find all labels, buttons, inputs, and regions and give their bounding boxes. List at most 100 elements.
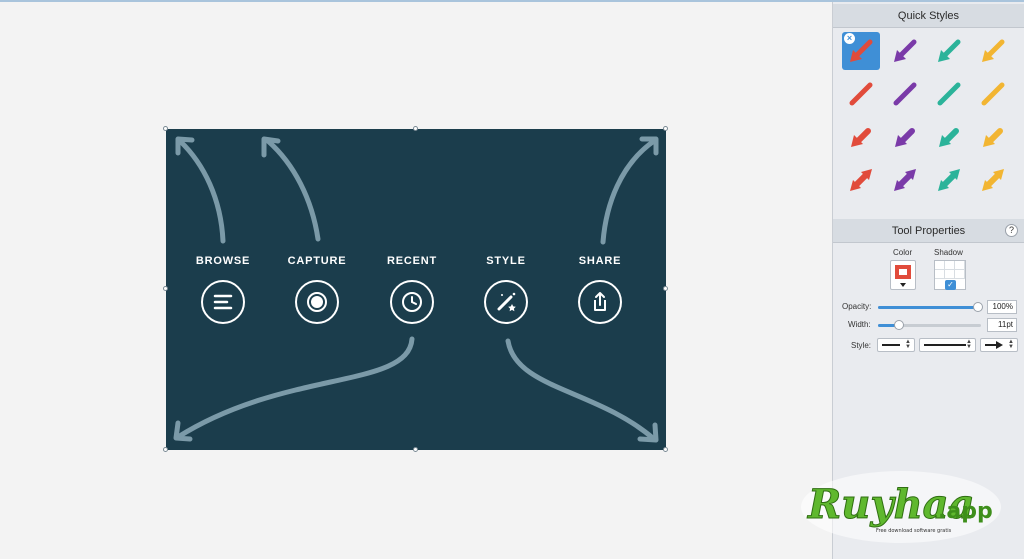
- width-slider[interactable]: [878, 320, 981, 330]
- shadow-picker[interactable]: ✓: [934, 260, 966, 290]
- short-arrow-icon: [983, 128, 1003, 147]
- width-value-field[interactable]: 11pt: [987, 318, 1017, 332]
- resize-handle-left[interactable]: [163, 286, 168, 291]
- image-canvas[interactable]: BROWSE CAPTURE RECENT STYLE SHARE: [163, 126, 668, 452]
- capture-circle: [295, 280, 339, 324]
- line-icon: [981, 82, 1005, 106]
- color-picker[interactable]: [890, 260, 916, 290]
- quick-style-cell[interactable]: [974, 118, 1012, 156]
- stepper-icon: ▲ ▼: [1008, 339, 1014, 350]
- line-icon: [893, 82, 917, 106]
- opacity-value-field[interactable]: 100%: [987, 300, 1017, 314]
- recent-circle: [390, 280, 434, 324]
- shadow-cell: [945, 261, 955, 270]
- color-swatch-square: [895, 265, 911, 279]
- arrow-browse: [177, 138, 226, 244]
- quick-style-cell[interactable]: [842, 75, 880, 113]
- line-end-dropdown[interactable]: ▲ ▼: [980, 338, 1018, 352]
- browse-label: BROWSE: [195, 255, 251, 267]
- quick-styles-grid: ×: [842, 32, 1018, 202]
- resize-handle-bottom[interactable]: [413, 447, 418, 452]
- opacity-slider-knob[interactable]: [973, 302, 983, 312]
- double-arrow-icon: [894, 169, 916, 191]
- quick-styles-header: Quick Styles: [833, 4, 1024, 28]
- resize-handle-top-right[interactable]: [663, 126, 668, 131]
- quick-style-cell[interactable]: [974, 75, 1012, 113]
- help-button[interactable]: ?: [1005, 224, 1018, 237]
- style-circle: [484, 280, 528, 324]
- double-arrow-icon: [850, 169, 872, 191]
- recent-label: RECENT: [386, 255, 438, 267]
- arrow-capture: [265, 138, 321, 242]
- menu-lines-icon: [213, 294, 233, 310]
- canvas-area[interactable]: BROWSE CAPTURE RECENT STYLE SHARE: [0, 2, 832, 559]
- magic-wand-icon: [497, 292, 516, 312]
- quick-style-cell[interactable]: [842, 118, 880, 156]
- quick-style-cell[interactable]: [886, 75, 924, 113]
- resize-handle-right[interactable]: [663, 286, 668, 291]
- chevron-down-icon: [900, 283, 906, 287]
- quick-style-cell[interactable]: [930, 32, 968, 70]
- arrow-icon: [894, 39, 917, 62]
- quick-style-cell[interactable]: ×: [842, 32, 880, 70]
- short-arrow-icon: [939, 128, 959, 147]
- arrow-icon: [982, 39, 1005, 62]
- opacity-label: Opacity:: [842, 302, 872, 311]
- arrow-share: [600, 138, 657, 245]
- stepper-icon: ▲ ▼: [966, 339, 972, 350]
- line-solid-icon: [924, 344, 966, 346]
- share-label: SHARE: [578, 255, 622, 267]
- arrow-style: [505, 338, 657, 442]
- svg-text:Free download software gratis: Free download software gratis: [876, 528, 952, 534]
- shadow-checkbox[interactable]: ✓: [945, 280, 956, 290]
- clock-icon: [402, 292, 422, 312]
- color-label: Color: [893, 248, 913, 257]
- quick-style-cell[interactable]: [930, 161, 968, 199]
- opacity-slider[interactable]: [878, 302, 983, 312]
- short-arrow-icon: [851, 128, 871, 147]
- quick-style-cell[interactable]: [886, 118, 924, 156]
- quick-style-cell[interactable]: [930, 118, 968, 156]
- resize-handle-top[interactable]: [413, 126, 418, 131]
- arrow-right-icon: [985, 341, 1003, 349]
- short-arrow-icon: [895, 128, 915, 147]
- close-icon[interactable]: ×: [844, 33, 855, 44]
- browse-circle: [201, 280, 245, 324]
- shadow-cell: [955, 261, 965, 270]
- width-slider-knob[interactable]: [893, 320, 904, 330]
- svg-text:.app: .app: [938, 499, 993, 524]
- tool-properties-header: Tool Properties ?: [833, 219, 1024, 243]
- tool-properties-title: Tool Properties: [891, 225, 966, 237]
- shadow-label: Shadow: [934, 248, 963, 257]
- quick-style-cell[interactable]: [974, 32, 1012, 70]
- resize-handle-top-left[interactable]: [163, 126, 168, 131]
- line-solid-icon: [882, 344, 900, 346]
- shadow-cell: [955, 270, 965, 279]
- resize-handle-bottom-right[interactable]: [663, 447, 668, 452]
- share-upload-icon: [594, 292, 606, 311]
- line-icon: [937, 82, 961, 106]
- style-label: STYLE: [486, 255, 526, 267]
- style-label-sidebar: Style:: [851, 341, 872, 350]
- line-icon: [849, 82, 873, 106]
- arrow-recent: [175, 336, 415, 440]
- line-start-dropdown[interactable]: ▲ ▼: [877, 338, 915, 352]
- record-dot-icon: [307, 292, 327, 312]
- quick-style-cell[interactable]: [886, 161, 924, 199]
- capture-label: CAPTURE: [287, 255, 347, 267]
- shadow-cell: [945, 270, 955, 279]
- shadow-cell: [935, 270, 945, 279]
- quick-style-cell[interactable]: [930, 75, 968, 113]
- resize-handle-bottom-left[interactable]: [163, 447, 168, 452]
- share-circle: [578, 280, 622, 324]
- double-arrow-icon: [982, 169, 1004, 191]
- quick-style-cell[interactable]: [974, 161, 1012, 199]
- line-style-dropdown[interactable]: ▲ ▼: [919, 338, 976, 352]
- double-arrow-icon: [938, 169, 960, 191]
- stepper-icon: ▲ ▼: [905, 339, 911, 350]
- quick-style-cell[interactable]: [886, 32, 924, 70]
- quick-style-cell[interactable]: [842, 161, 880, 199]
- shadow-cell: [935, 261, 945, 270]
- width-label: Width:: [848, 320, 871, 329]
- opacity-slider-fill: [878, 306, 978, 309]
